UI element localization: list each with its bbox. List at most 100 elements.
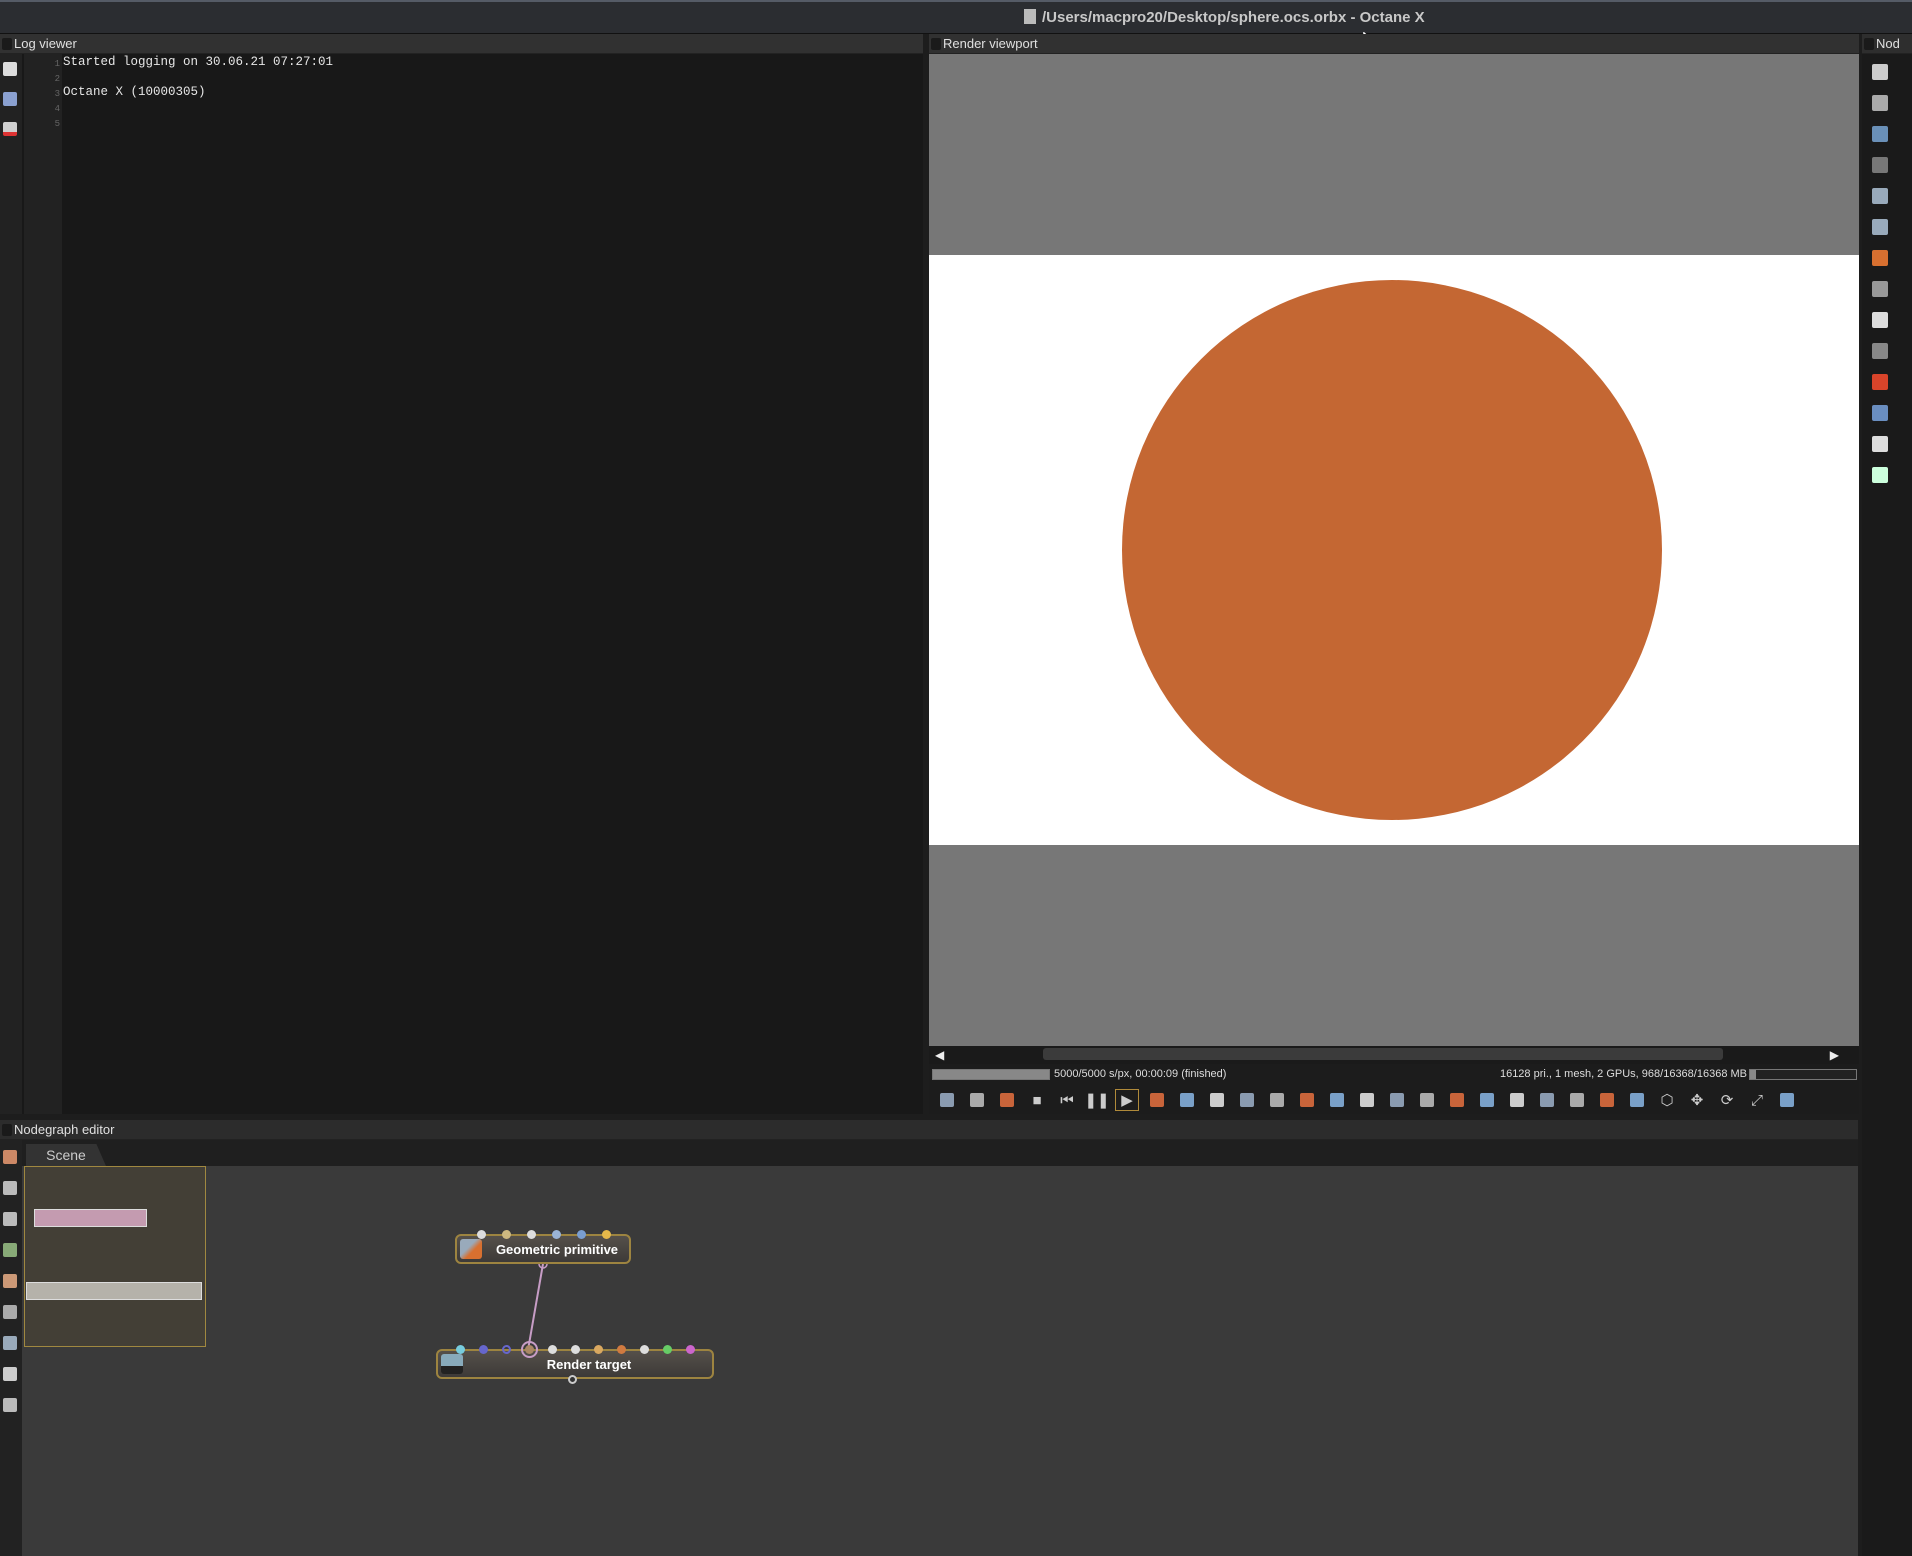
node-type-icon[interactable] bbox=[1872, 467, 1888, 483]
object-picker-icon[interactable] bbox=[1265, 1089, 1289, 1111]
nodegraph-tool-icon[interactable] bbox=[3, 1305, 17, 1319]
nodegraph-tool-icon[interactable] bbox=[3, 1243, 17, 1257]
input-pin[interactable] bbox=[552, 1230, 561, 1239]
background-image-icon[interactable] bbox=[1565, 1089, 1589, 1111]
panel-toggle[interactable] bbox=[2, 1124, 12, 1136]
scrollbar-thumb[interactable] bbox=[1043, 1048, 1723, 1060]
region-render-icon[interactable] bbox=[1145, 1089, 1169, 1111]
node-type-icon[interactable] bbox=[1872, 157, 1888, 173]
lock-icon[interactable] bbox=[1625, 1089, 1649, 1111]
node-type-icon[interactable] bbox=[1872, 436, 1888, 452]
render-status-bar: 5000/5000 s/px, 00:00:09 (finished) 1612… bbox=[929, 1066, 1859, 1084]
save-icon[interactable] bbox=[3, 62, 17, 76]
camera-target-icon[interactable] bbox=[1295, 1089, 1319, 1111]
line-number: 4 bbox=[54, 104, 60, 114]
zoom-fit-icon[interactable] bbox=[965, 1089, 989, 1111]
input-pin[interactable] bbox=[502, 1230, 511, 1239]
node-type-icon[interactable] bbox=[1872, 250, 1888, 266]
node-type-icon[interactable] bbox=[1872, 281, 1888, 297]
export-passes-icon[interactable] bbox=[1535, 1089, 1559, 1111]
fullscreen-icon[interactable]: ⤢ bbox=[1745, 1089, 1769, 1111]
node-type-icon[interactable] bbox=[1872, 312, 1888, 328]
log-viewer-panel: Log viewer bbox=[0, 34, 923, 1114]
nodegraph-tool-icon[interactable] bbox=[3, 1398, 17, 1412]
clay-mode-icon[interactable] bbox=[1415, 1089, 1439, 1111]
panel-toggle[interactable] bbox=[2, 38, 12, 50]
input-pin[interactable] bbox=[686, 1345, 695, 1354]
node-type-icon[interactable] bbox=[1872, 219, 1888, 235]
node-type-icon[interactable] bbox=[1872, 126, 1888, 142]
input-pin[interactable] bbox=[477, 1230, 486, 1239]
node-type-icon[interactable] bbox=[1872, 95, 1888, 111]
output-pin[interactable] bbox=[568, 1375, 577, 1384]
clear-log-icon[interactable] bbox=[3, 122, 17, 136]
input-pin[interactable] bbox=[571, 1345, 580, 1354]
nodegraph-tool-icon[interactable] bbox=[3, 1274, 17, 1288]
node-render-target[interactable]: Render target bbox=[436, 1341, 714, 1384]
tab-scene[interactable]: Scene bbox=[26, 1144, 106, 1166]
render-viewport-header: Render viewport bbox=[929, 34, 1859, 54]
node-geometric-primitive[interactable]: Geometric primitive bbox=[455, 1230, 631, 1264]
zoom-icon[interactable] bbox=[1385, 1089, 1409, 1111]
node-type-icon[interactable] bbox=[1872, 343, 1888, 359]
input-pin[interactable] bbox=[548, 1345, 557, 1354]
axes-icon[interactable] bbox=[1775, 1089, 1799, 1111]
focus-picker-icon[interactable] bbox=[1325, 1089, 1349, 1111]
stop-icon[interactable]: ■ bbox=[1025, 1089, 1049, 1111]
node-type-icon[interactable] bbox=[1872, 64, 1888, 80]
save-render-icon[interactable] bbox=[1505, 1089, 1529, 1111]
pause-icon[interactable]: ❚❚ bbox=[1084, 1089, 1109, 1111]
input-pin[interactable] bbox=[594, 1345, 603, 1354]
rotate-icon[interactable]: ⟳ bbox=[1715, 1089, 1739, 1111]
scroll-left-icon[interactable]: ◀ bbox=[935, 1048, 944, 1062]
node-type-icon[interactable] bbox=[1872, 374, 1888, 390]
node-type-icon[interactable] bbox=[1872, 405, 1888, 421]
scroll-right-icon[interactable]: ▶ bbox=[1830, 1048, 1839, 1062]
progress-fill bbox=[933, 1070, 1049, 1079]
subsampling-icon[interactable] bbox=[1445, 1089, 1469, 1111]
nodegraph-tool-icon[interactable] bbox=[3, 1367, 17, 1381]
render-toolbar: ■ ⏮ ❚❚ ▶ ⬡ ✥ ⟳ ⤢ bbox=[929, 1086, 1859, 1114]
log-text[interactable]: Started logging on 30.06.21 07:27:01 Oct… bbox=[63, 54, 333, 100]
window-title: /Users/macpro20/Desktop/sphere.ocs.orbx … bbox=[1024, 9, 1425, 26]
input-pin[interactable] bbox=[456, 1345, 465, 1354]
material-picker-icon[interactable] bbox=[1235, 1089, 1259, 1111]
panel-title: Nod bbox=[1876, 36, 1900, 51]
input-pin[interactable] bbox=[617, 1345, 626, 1354]
input-pin[interactable] bbox=[502, 1345, 511, 1354]
recenter-icon[interactable] bbox=[935, 1089, 959, 1111]
memory-usage-bar bbox=[1749, 1069, 1857, 1080]
input-pin[interactable] bbox=[527, 1230, 536, 1239]
gamut-icon[interactable] bbox=[1595, 1089, 1619, 1111]
af-icon[interactable] bbox=[1175, 1089, 1199, 1111]
log-line: Octane X (10000305) bbox=[63, 85, 206, 99]
nodegraph-editor-panel[interactable]: Nodegraph editor bbox=[0, 1120, 1858, 1556]
right-panel-header: Nod bbox=[1862, 34, 1912, 54]
minimap-node bbox=[34, 1209, 147, 1227]
minimap-node bbox=[26, 1282, 202, 1300]
nodegraph-tool-icon[interactable] bbox=[3, 1150, 17, 1164]
restart-icon[interactable]: ⏮ bbox=[1055, 1089, 1079, 1111]
node-type-icon[interactable] bbox=[1872, 188, 1888, 204]
log-viewer-header: Log viewer bbox=[0, 34, 923, 54]
copy-clipboard-icon[interactable] bbox=[1475, 1089, 1499, 1111]
play-icon[interactable]: ▶ bbox=[1115, 1089, 1139, 1111]
copy-icon[interactable] bbox=[3, 92, 17, 106]
input-pin[interactable] bbox=[640, 1345, 649, 1354]
panel-toggle[interactable] bbox=[931, 38, 941, 50]
nodegraph-tool-icon[interactable] bbox=[3, 1212, 17, 1226]
panel-toggle[interactable] bbox=[1864, 38, 1874, 50]
nodegraph-tool-icon[interactable] bbox=[3, 1181, 17, 1195]
input-pin-connected[interactable] bbox=[521, 1341, 538, 1358]
input-pin[interactable] bbox=[663, 1345, 672, 1354]
nodegraph-tool-icon[interactable] bbox=[3, 1336, 17, 1350]
color-picker-icon[interactable] bbox=[1205, 1089, 1229, 1111]
input-pin[interactable] bbox=[602, 1230, 611, 1239]
white-balance-icon[interactable] bbox=[1355, 1089, 1379, 1111]
move-icon[interactable]: ✥ bbox=[1685, 1089, 1709, 1111]
color-cube-icon[interactable] bbox=[995, 1089, 1019, 1111]
viewport-cube-icon[interactable]: ⬡ bbox=[1655, 1089, 1679, 1111]
nodegraph-minimap[interactable] bbox=[24, 1166, 206, 1347]
input-pin[interactable] bbox=[577, 1230, 586, 1239]
input-pin[interactable] bbox=[479, 1345, 488, 1354]
